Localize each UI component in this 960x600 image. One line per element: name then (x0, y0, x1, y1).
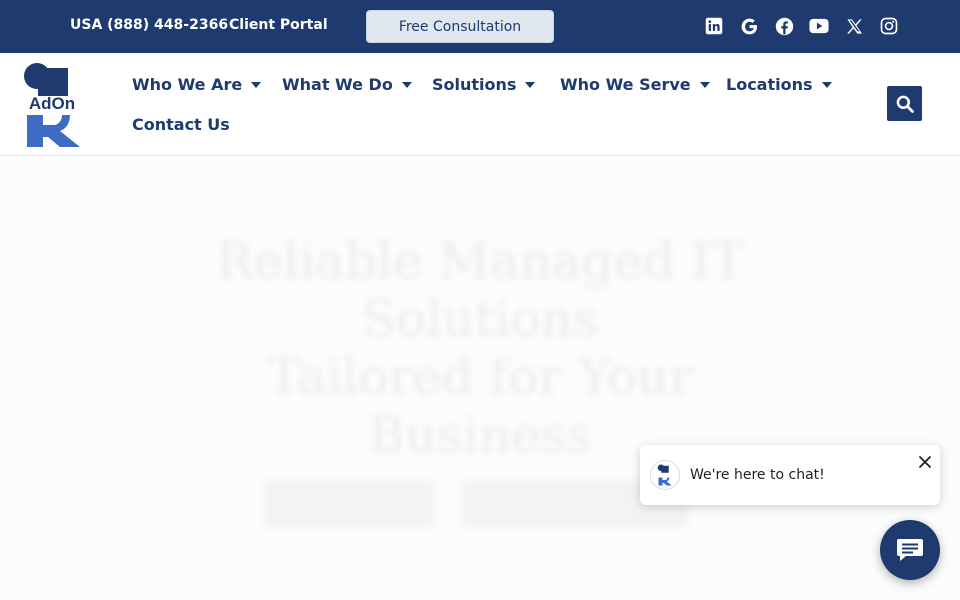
phone-link[interactable]: USA (888) 448-2366 (70, 17, 228, 33)
hero-line: Solutions (361, 290, 599, 348)
search-button[interactable] (887, 86, 922, 121)
hero-line: Tailored for Your (266, 348, 694, 406)
nav-who-we-serve[interactable]: Who We Serve (560, 75, 710, 94)
close-icon[interactable] (918, 455, 932, 469)
free-consultation-button[interactable]: Free Consultation (366, 10, 554, 43)
hero-line: Reliable Managed IT (215, 232, 745, 290)
hero-primary-button[interactable] (264, 481, 434, 527)
linkedin-icon[interactable] (704, 16, 724, 36)
chat-launcher-button[interactable] (880, 520, 940, 580)
chat-avatar (650, 460, 680, 490)
x-icon[interactable] (844, 16, 864, 36)
nav-what-we-do[interactable]: What We Do (282, 75, 412, 94)
svg-text:AdOn: AdOn (29, 94, 75, 113)
chat-popup[interactable]: We're here to chat! (640, 445, 940, 505)
youtube-icon[interactable] (809, 16, 829, 36)
top-bar: USA (888) 448-2366 Client Portal Free Co… (0, 0, 960, 53)
nav-locations[interactable]: Locations (726, 75, 832, 94)
chat-icon (897, 539, 923, 561)
caret-down-icon (251, 81, 262, 88)
instagram-icon[interactable] (879, 16, 899, 36)
nav-who-we-are[interactable]: Who We Are (132, 75, 262, 94)
adon-logo-icon (657, 464, 672, 486)
adon-logo[interactable]: AdOn (24, 61, 82, 149)
hero-section: Reliable Managed IT Solutions Tailored f… (0, 156, 960, 600)
nav-label: What We Do (282, 75, 393, 94)
caret-down-icon (821, 81, 832, 88)
nav-contact-us[interactable]: Contact Us (132, 115, 230, 134)
nav-label: Locations (726, 75, 813, 94)
google-icon[interactable] (739, 16, 759, 36)
nav-label: Who We Are (132, 75, 243, 94)
nav-label: Solutions (432, 75, 517, 94)
search-icon (896, 95, 914, 113)
nav-label: Who We Serve (560, 75, 691, 94)
caret-down-icon (401, 81, 412, 88)
main-header: AdOn Who We Are What We Do Solutions Who… (0, 53, 960, 156)
facebook-icon[interactable] (774, 16, 794, 36)
caret-down-icon (699, 81, 710, 88)
chat-message: We're here to chat! (690, 467, 825, 483)
nav-label: Contact Us (132, 115, 230, 134)
hero-headline: Reliable Managed IT Solutions Tailored f… (180, 232, 780, 464)
nav-solutions[interactable]: Solutions (432, 75, 536, 94)
client-portal-link[interactable]: Client Portal (229, 17, 328, 33)
caret-down-icon (525, 81, 536, 88)
